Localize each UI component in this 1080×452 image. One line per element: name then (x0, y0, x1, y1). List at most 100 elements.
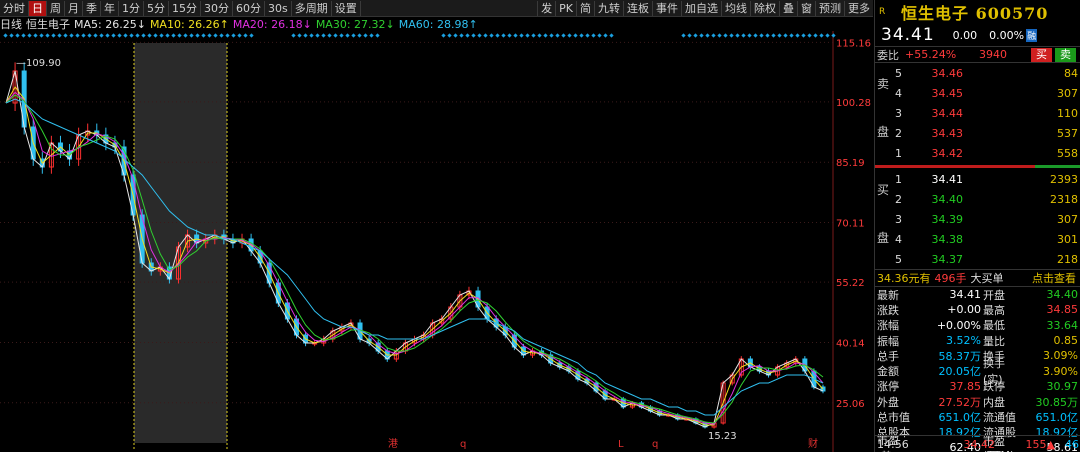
tool-button-9[interactable]: 叠 (779, 1, 797, 16)
event-dot (351, 33, 356, 38)
bid-row[interactable]: 5 34.37 218 (875, 249, 1080, 269)
big-order-view-link[interactable]: 点击查看 (1032, 270, 1076, 286)
kline-chart[interactable]: 115.16 100.28 85.19 70.11 55.22 40.14 25.06 —10… (0, 31, 873, 452)
ma60-label: MA60: 28.98↑ (398, 17, 478, 31)
event-dot (375, 33, 380, 38)
event-dot (87, 33, 92, 38)
buy-button[interactable]: 买 (1031, 47, 1052, 62)
event-dot (165, 33, 170, 38)
period-label: 日线 (0, 18, 22, 31)
tool-button-0[interactable]: 发 (537, 1, 555, 16)
event-dot (195, 33, 200, 38)
bid-volume: 307 (1057, 212, 1078, 226)
tool-button-6[interactable]: 加自选 (681, 1, 721, 16)
stat-key: 最低 (983, 319, 1005, 333)
stat-value: 30.97 (1046, 379, 1079, 393)
event-dot (555, 33, 560, 38)
event-dot (93, 33, 98, 38)
period-tab-10[interactable]: 60分 (233, 0, 265, 16)
tool-button-11[interactable]: 预测 (815, 1, 844, 16)
event-dot (213, 33, 218, 38)
period-tab-7[interactable]: 5分 (144, 0, 169, 16)
event-dot (699, 33, 704, 38)
period-tab-13[interactable]: 设置 (332, 0, 361, 16)
high-label: —109.90 (16, 58, 61, 69)
ask-row[interactable]: 2 34.43 537 (875, 123, 1080, 143)
event-dot (339, 33, 344, 38)
event-dot (453, 33, 458, 38)
period-tab-9[interactable]: 30分 (201, 0, 233, 16)
tool-button-4[interactable]: 连板 (623, 1, 652, 16)
last-price: 34.41 (881, 25, 935, 45)
event-marker: 港 (388, 438, 398, 450)
big-order-bar[interactable]: 34.36元有 496手 大买单 点击查看 (875, 269, 1080, 287)
ask-price: 34.44 (931, 106, 964, 120)
up-arrow-icon: ▲ (1046, 437, 1055, 451)
event-dot (447, 33, 452, 38)
event-dot (735, 33, 740, 38)
ask-price: 34.45 (931, 86, 964, 100)
period-tab-2[interactable]: 周 (47, 0, 65, 16)
stat-value: 34.40 (1046, 288, 1079, 302)
stat-key: 涨跌 (877, 303, 899, 317)
tool-button-12[interactable]: 更多 (844, 1, 873, 16)
period-tab-8[interactable]: 15分 (169, 0, 201, 16)
event-dot (141, 33, 146, 38)
bid-row[interactable]: 1 34.41 2393 (875, 169, 1080, 189)
weibi-pct: +55.24% (905, 48, 957, 61)
event-dot (171, 33, 176, 38)
ma5-line (5, 70, 824, 428)
tool-button-7[interactable]: 均线 (721, 1, 750, 16)
event-dot (291, 33, 296, 38)
ask-row[interactable]: 1 34.42 558 (875, 143, 1080, 163)
stat-value: 30.85万 (1035, 395, 1079, 409)
period-tab-12[interactable]: 多周期 (292, 0, 332, 16)
ask-row[interactable]: 3 34.44 110 (875, 103, 1080, 123)
tool-button-5[interactable]: 事件 (652, 1, 681, 16)
tool-button-1[interactable]: PK (555, 1, 576, 16)
ask-row[interactable]: 5 34.46 84 (875, 63, 1080, 83)
period-tab-0[interactable]: 分时 (0, 0, 29, 16)
period-tab-4[interactable]: 季 (83, 0, 101, 16)
event-dot (69, 33, 74, 38)
bid-row[interactable]: 2 34.40 2318 (875, 189, 1080, 209)
period-tab-5[interactable]: 年 (101, 0, 119, 16)
stat-row: 振幅 3.52% 量比 0.85 (877, 333, 1080, 348)
price-tick-label: 70.11 (836, 219, 865, 230)
ask-volume: 307 (1057, 86, 1078, 100)
event-dot (357, 33, 362, 38)
tool-button-2[interactable]: 简 (576, 1, 594, 16)
stat-row: 外盘 27.52万 内盘 30.85万 (877, 394, 1080, 409)
event-dot (777, 33, 782, 38)
event-dot (333, 33, 338, 38)
period-tab-1[interactable]: 日 (29, 0, 47, 16)
ask-volume: 84 (1064, 66, 1078, 80)
event-dot (603, 33, 608, 38)
event-dot (519, 33, 524, 38)
event-dot (153, 33, 158, 38)
tool-button-10[interactable]: 窗 (797, 1, 815, 16)
period-tab-6[interactable]: 1分 (119, 0, 144, 16)
bid-price: 34.40 (931, 192, 964, 206)
price-tick-label: 100.28 (836, 98, 871, 109)
tool-button-8[interactable]: 除权 (750, 1, 779, 16)
sell-button[interactable]: 卖 (1055, 47, 1076, 62)
event-dot (711, 33, 716, 38)
event-dot (543, 33, 548, 38)
bid-row[interactable]: 3 34.39 307 (875, 209, 1080, 229)
event-dot (765, 33, 770, 38)
event-dot (303, 33, 308, 38)
event-dot (123, 33, 128, 38)
price-change: 0.00 (952, 28, 978, 42)
ask-row[interactable]: 4 34.45 307 (875, 83, 1080, 103)
price-tick-label: 55.22 (836, 278, 865, 289)
event-dot (801, 33, 806, 38)
price-tick-label: 25.06 (836, 399, 865, 410)
ask-volume: 558 (1057, 146, 1078, 160)
bid-book: 买盘 1 34.41 2393 2 34.40 2318 3 34.39 307 4 34.38 30… (875, 169, 1080, 269)
stat-value: 3.09% (1043, 349, 1078, 363)
bid-row[interactable]: 4 34.38 301 (875, 229, 1080, 249)
period-tab-3[interactable]: 月 (65, 0, 83, 16)
period-tab-11[interactable]: 30s (265, 0, 292, 16)
tool-button-3[interactable]: 九转 (594, 1, 623, 16)
